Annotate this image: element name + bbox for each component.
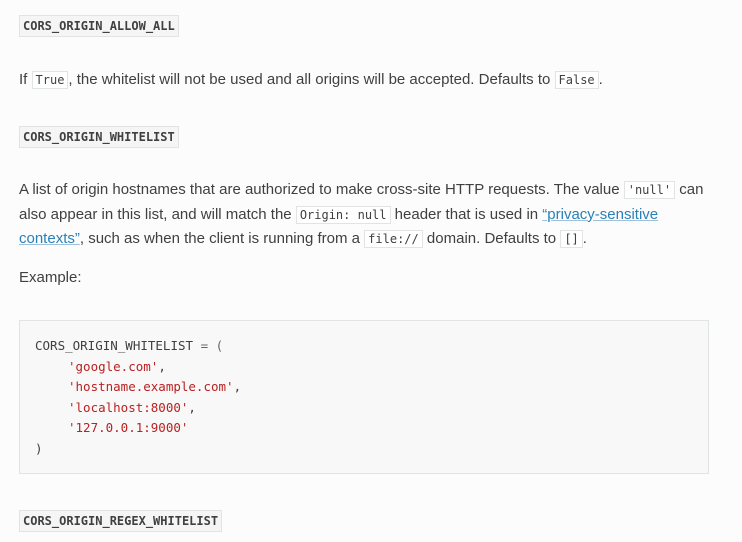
- code-var-name: CORS_ORIGIN_WHITELIST: [35, 338, 194, 353]
- setting-name-whitelist: CORS_ORIGIN_WHITELIST: [19, 126, 179, 148]
- allow-all-desc-mid: , the whitelist will not be used and all…: [68, 71, 555, 88]
- code-false: False: [554, 71, 599, 89]
- setting-name-regex-whitelist: CORS_ORIGIN_REGEX_WHITELIST: [19, 510, 223, 532]
- whitelist-description: A list of origin hostnames that are auth…: [19, 178, 709, 252]
- code-file-scheme: file://: [364, 230, 423, 248]
- documentation-page: CORS_ORIGIN_ALLOW_ALL If True, the white…: [0, 0, 742, 542]
- code-string: 'google.com': [68, 358, 159, 374]
- code-line-item: '127.0.0.1:9000': [35, 418, 693, 439]
- allow-all-description: If True, the whitelist will not be used …: [19, 68, 709, 93]
- example-code-block: CORS_ORIGIN_WHITELIST = ('google.com','h…: [19, 320, 709, 474]
- whitelist-desc-part5: domain. Defaults to: [422, 230, 561, 247]
- whitelist-desc-part6: .: [582, 230, 587, 247]
- code-line-head: CORS_ORIGIN_WHITELIST = (: [35, 336, 693, 357]
- code-comma: ,: [233, 379, 242, 394]
- code-close-paren: ): [35, 440, 43, 456]
- whitelist-desc-part1: A list of origin hostnames that are auth…: [19, 181, 624, 198]
- setting-name-allow-all: CORS_ORIGIN_ALLOW_ALL: [19, 15, 179, 37]
- code-line-close: ): [35, 439, 693, 460]
- code-string: 'localhost:8000': [68, 399, 189, 415]
- code-null: 'null': [623, 181, 676, 199]
- whitelist-desc-part4: , such as when the client is running fro…: [79, 230, 365, 247]
- code-true: True: [31, 71, 69, 89]
- code-comma: ,: [188, 399, 196, 415]
- allow-all-desc-prefix: If: [19, 71, 32, 88]
- example-label: Example:: [19, 269, 82, 286]
- code-string: 'hostname.example.com': [68, 379, 234, 394]
- code-origin-null: Origin: null: [295, 205, 391, 224]
- code-line-item: 'localhost:8000',: [35, 398, 693, 419]
- allow-all-desc-suffix: .: [598, 71, 603, 88]
- code-comma: ,: [158, 358, 166, 374]
- code-assign-op: = (: [193, 338, 224, 353]
- code-line-item: 'google.com',: [35, 357, 693, 378]
- whitelist-desc-part3: header that is used in: [390, 205, 543, 223]
- code-string: '127.0.0.1:9000': [68, 420, 189, 435]
- code-line-item: 'hostname.example.com',: [35, 377, 693, 398]
- code-empty-list: []: [560, 230, 583, 248]
